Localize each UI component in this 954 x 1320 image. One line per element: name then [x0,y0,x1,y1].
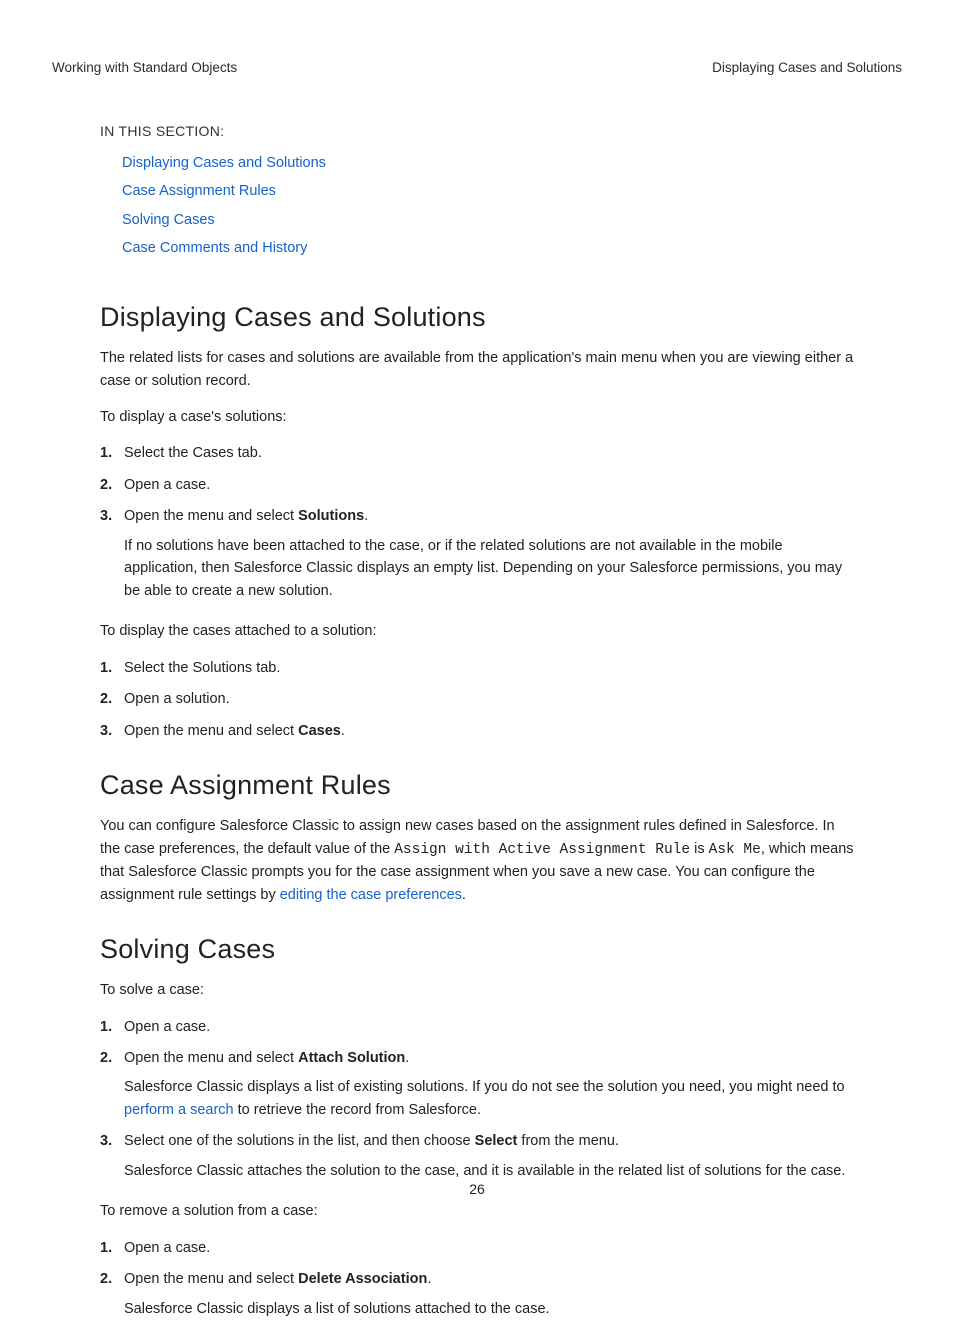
heading-case-assignment-rules: Case Assignment Rules [100,770,854,801]
s1-a-step2: Open a case. [100,474,854,496]
heading-displaying-cases: Displaying Cases and Solutions [100,302,854,333]
header-right: Displaying Cases and Solutions [712,60,902,75]
s3-a-lead: To solve a case: [100,979,854,1001]
s3-list-b: Open a case. Open the menu and select De… [100,1237,854,1320]
s3-a-step1: Open a case. [100,1016,854,1038]
s2-body: You can configure Salesforce Classic to … [100,815,854,906]
s3-a2-sub-post: to retrieve the record from Salesforce. [234,1102,481,1118]
s3-a3-pre: Select one of the solutions in the list,… [124,1133,475,1149]
s2-code2: Ask Me [709,842,761,858]
s3-a3-post: from the menu. [517,1133,619,1149]
s3-a3-sub: Salesforce Classic attaches the solution… [124,1160,854,1182]
s3-list-a: Open a case. Open the menu and select At… [100,1016,854,1183]
toc-link-solving-cases[interactable]: Solving Cases [122,206,854,234]
s3-b2-bold: Delete Association [298,1271,427,1287]
s1-a-step3: Open the menu and select Solutions. If n… [100,505,854,602]
s3-a2-sub: Salesforce Classic displays a list of ex… [124,1076,854,1121]
content: IN THIS SECTION: Displaying Cases and So… [52,123,902,1320]
in-this-section-label: IN THIS SECTION: [100,123,854,139]
s2-mid1: is [690,841,709,857]
s3-a2-pre: Open the menu and select [124,1050,298,1066]
page-number: 26 [0,1181,954,1197]
s1-a3-bold: Solutions [298,508,364,524]
in-this-section-links: Displaying Cases and Solutions Case Assi… [100,149,854,262]
s3-b2-post: . [427,1271,431,1287]
s2-code1: Assign with Active Assignment Rule [394,842,690,858]
s3-b2-pre: Open the menu and select [124,1271,298,1287]
s3-a3-bold: Select [475,1133,518,1149]
s1-list-a: Select the Cases tab. Open a case. Open … [100,442,854,602]
s1-b3-post: . [341,723,345,739]
s3-b-lead: To remove a solution from a case: [100,1200,854,1222]
page: Working with Standard Objects Displaying… [0,0,954,1235]
s3-a2-bold: Attach Solution [298,1050,405,1066]
running-header: Working with Standard Objects Displaying… [52,60,902,75]
s1-intro: The related lists for cases and solution… [100,347,854,392]
s1-b-step1: Select the Solutions tab. [100,657,854,679]
s1-b-step3: Open the menu and select Cases. [100,720,854,742]
s1-list-b: Select the Solutions tab. Open a solutio… [100,657,854,742]
s1-a-lead: To display a case's solutions: [100,406,854,428]
s3-b2-sub: Salesforce Classic displays a list of so… [124,1298,854,1320]
heading-solving-cases: Solving Cases [100,934,854,965]
s1-b-step2: Open a solution. [100,688,854,710]
s1-b3-bold: Cases [298,723,341,739]
s1-a3-post: . [364,508,368,524]
link-perform-a-search[interactable]: perform a search [124,1102,234,1118]
toc-link-displaying-cases[interactable]: Displaying Cases and Solutions [122,149,854,177]
header-left: Working with Standard Objects [52,60,237,75]
toc-link-case-comments-history[interactable]: Case Comments and History [122,234,854,262]
s3-a-step2: Open the menu and select Attach Solution… [100,1047,854,1121]
link-editing-case-preferences[interactable]: editing the case preferences [280,887,462,903]
s1-b-lead: To display the cases attached to a solut… [100,620,854,642]
s3-a2-sub-pre: Salesforce Classic displays a list of ex… [124,1079,845,1095]
s2-post: . [462,887,466,903]
s3-b-step1: Open a case. [100,1237,854,1259]
s1-a3-sub: If no solutions have been attached to th… [124,535,854,602]
s3-a-step3: Select one of the solutions in the list,… [100,1130,854,1182]
s1-a-step1: Select the Cases tab. [100,442,854,464]
s1-a3-pre: Open the menu and select [124,508,298,524]
s1-b3-pre: Open the menu and select [124,723,298,739]
s3-a2-post: . [405,1050,409,1066]
toc-link-case-assignment-rules[interactable]: Case Assignment Rules [122,177,854,205]
s3-b-step2: Open the menu and select Delete Associat… [100,1268,854,1320]
